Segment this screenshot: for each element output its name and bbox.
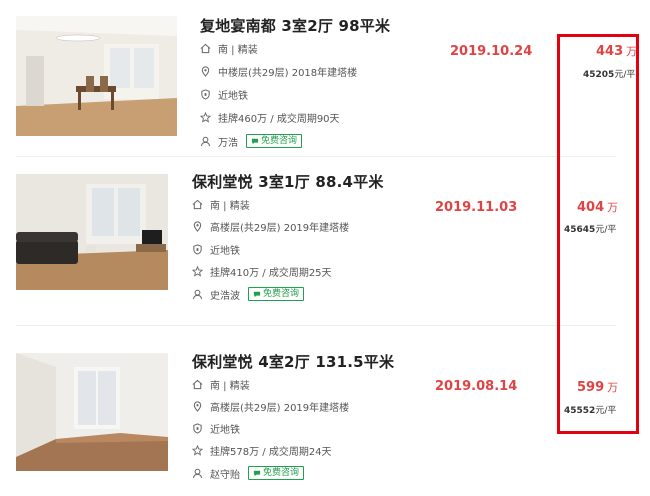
deal-date: 2019.11.03 [435,200,518,215]
floor-text: 高楼层(共29层) 2019年建塔楼 [210,222,350,234]
house-icon [192,199,203,210]
listing-title[interactable]: 复地宴南都 3室2厅 98平米 [200,15,390,36]
star-icon [192,265,203,277]
chat-bubble-icon [253,470,261,476]
floor-row: 高楼层(共29层) 2019年建塔楼 [192,219,350,234]
tag-row: 近地铁 [192,242,240,257]
tag-text: 近地铁 [210,424,240,436]
tag-text: 近地铁 [218,90,248,102]
location-pin-icon [192,400,203,412]
orientation-text: 南 | 精装 [210,200,250,212]
tag-row: 近地铁 [200,87,248,102]
free-consult-label: 免费咨询 [263,289,300,299]
agent-row: 史浩波 免费咨询 [192,287,305,302]
star-icon [192,444,203,456]
location-pin-icon [200,65,211,77]
chat-bubble-icon [253,291,261,297]
orientation-row: 南 | 精装 [192,377,250,392]
floor-text: 中楼层(共29层) 2018年建塔楼 [218,67,358,79]
listing-info-row: 挂牌578万 / 成交周期24天 [192,443,332,458]
agent-name[interactable]: 史浩波 [210,287,240,302]
floor-text: 高楼层(共29层) 2019年建塔楼 [210,402,350,414]
person-icon [192,468,203,479]
house-icon [192,379,203,390]
free-consult-button[interactable]: 免费咨询 [248,287,305,301]
listing-photo[interactable] [16,353,168,471]
free-consult-label: 免费咨询 [263,468,300,478]
location-pin-icon [192,220,203,232]
tag-row: 近地铁 [192,421,240,436]
tag-text: 近地铁 [210,245,240,257]
free-consult-label: 免费咨询 [261,136,298,146]
chat-bubble-icon [251,138,259,144]
shield-icon [192,243,203,255]
agent-name[interactable]: 赵守贻 [210,466,240,481]
listing-info-row: 挂牌410万 / 成交周期25天 [192,264,332,279]
orientation-text: 南 | 精装 [210,380,250,392]
free-consult-button[interactable]: 免费咨询 [248,466,305,480]
deal-date: 2019.08.14 [435,379,518,394]
listing-info-text: 挂牌578万 / 成交周期24天 [210,446,332,458]
person-icon [200,136,211,147]
orientation-row: 南 | 精装 [200,41,258,56]
agent-name[interactable]: 万浩 [218,134,238,149]
listing-photo[interactable] [16,174,168,290]
listing-info-text: 挂牌410万 / 成交周期25天 [210,267,332,279]
shield-icon [200,88,211,100]
listing-divider [16,325,616,326]
listing-title[interactable]: 保利堂悦 4室2厅 131.5平米 [192,351,394,372]
agent-row: 赵守贻 免费咨询 [192,466,305,481]
floor-row: 高楼层(共29层) 2019年建塔楼 [192,399,350,414]
person-icon [192,289,203,300]
listing-info-text: 挂牌460万 / 成交周期90天 [218,113,340,125]
listing-info-row: 挂牌460万 / 成交周期90天 [200,110,340,125]
listing-title[interactable]: 保利堂悦 3室1厅 88.4平米 [192,171,384,192]
orientation-row: 南 | 精装 [192,197,250,212]
shield-icon [192,422,203,434]
free-consult-button[interactable]: 免费咨询 [246,134,303,148]
price-highlight-box [557,34,639,434]
house-icon [200,43,211,54]
orientation-text: 南 | 精装 [218,44,258,56]
floor-row: 中楼层(共29层) 2018年建塔楼 [200,64,358,79]
agent-row: 万浩 免费咨询 [200,134,303,149]
star-icon [200,111,211,123]
deal-date: 2019.10.24 [450,44,533,59]
listing-divider [16,156,616,157]
listing-photo[interactable] [16,16,177,136]
